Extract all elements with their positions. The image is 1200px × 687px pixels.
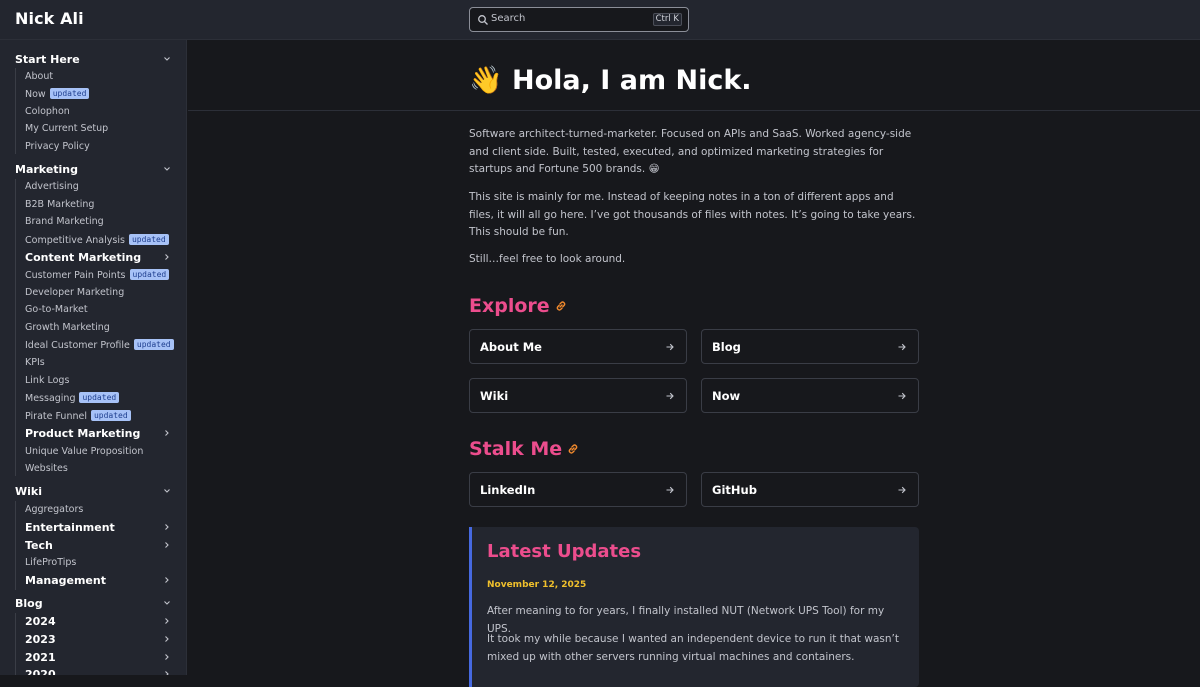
sidebar-group-2024[interactable]: 2024: [25, 615, 175, 628]
updated-badge: updated: [133, 339, 174, 350]
updated-badge: updated: [49, 88, 90, 99]
card-blog[interactable]: Blog: [701, 329, 919, 364]
sidebar-item-about[interactable]: About: [25, 71, 175, 82]
sidebar-item-developer-marketing[interactable]: Developer Marketing: [25, 287, 175, 298]
sidebar-group-2020[interactable]: 2020: [25, 668, 175, 675]
link-icon[interactable]: [566, 442, 580, 456]
sidebar-item-lifeprotips[interactable]: LifeProTips: [25, 557, 175, 568]
sidebar-tree-line: [15, 179, 16, 476]
chevron-down-icon: [164, 167, 170, 171]
arrow-right-icon: [898, 486, 906, 494]
sidebar-section-start-here[interactable]: Start Here: [15, 53, 175, 66]
sidebar-item-unique-value-proposition[interactable]: Unique Value Proposition: [25, 446, 175, 457]
page-title: 👋 Hola, I am Nick.: [469, 65, 752, 96]
stalk-me-heading: Stalk Me: [469, 438, 580, 460]
search-button[interactable]: Search Ctrl K: [469, 7, 689, 32]
site-title[interactable]: Nick Ali: [15, 9, 84, 28]
chevron-right-icon: [165, 618, 169, 624]
sidebar-tree-line: [15, 501, 16, 590]
chevron-down-icon: [164, 601, 170, 605]
sidebar-tree-line: [15, 68, 16, 154]
arrow-right-icon: [898, 392, 906, 400]
sidebar-item-aggregators[interactable]: Aggregators: [25, 504, 175, 515]
arrow-right-icon: [898, 343, 906, 351]
chevron-right-icon: [165, 542, 169, 548]
card-linkedin[interactable]: LinkedIn: [469, 472, 687, 507]
sidebar-group-tech[interactable]: Tech: [25, 539, 175, 552]
sidebar-section-marketing[interactable]: Marketing: [15, 163, 175, 176]
chevron-right-icon: [165, 577, 169, 583]
latest-updates-heading: Latest Updates: [487, 541, 642, 562]
sidebar-item-websites[interactable]: Websites: [25, 463, 175, 474]
intro-paragraph: Software architect-turned-marketer. Focu…: [469, 128, 912, 175]
search-icon: [478, 15, 488, 25]
sidebar-item-my-current-setup[interactable]: My Current Setup: [25, 123, 175, 134]
update-date: November 12, 2025: [487, 580, 587, 590]
sidebar-section-blog[interactable]: Blog: [15, 597, 175, 610]
chevron-down-icon: [164, 57, 170, 61]
chevron-right-icon: [165, 636, 169, 642]
latest-updates-callout: Latest Updates November 12, 2025 After m…: [469, 527, 919, 687]
sidebar-group-2023[interactable]: 2023: [25, 633, 175, 646]
update-paragraph: It took my while because I wanted an ind…: [487, 633, 899, 663]
sidebar-group-management[interactable]: Management: [25, 574, 175, 587]
chevron-right-icon: [165, 671, 169, 675]
sidebar-item-pirate-funnel[interactable]: Pirate Funnel updated: [25, 410, 175, 422]
arrow-right-icon: [666, 392, 674, 400]
updated-badge: updated: [129, 269, 170, 280]
chevron-right-icon: [165, 524, 169, 530]
sidebar-item-messaging[interactable]: Messaging updated: [25, 392, 175, 404]
sidebar-item-link-logs[interactable]: Link Logs: [25, 375, 175, 386]
sidebar-tree-line: [15, 613, 16, 675]
sidebar: Start Here About Now updated Colophon My …: [0, 40, 187, 675]
title-divider: [188, 110, 1200, 111]
arrow-right-icon: [666, 343, 674, 351]
sidebar-group-2021[interactable]: 2021: [25, 651, 175, 664]
sidebar-group-content-marketing[interactable]: Content Marketing: [25, 251, 175, 264]
sidebar-group-product-marketing[interactable]: Product Marketing: [25, 427, 175, 440]
explore-heading: Explore: [469, 295, 568, 317]
chevron-right-icon: [165, 254, 169, 260]
sidebar-group-entertainment[interactable]: Entertainment: [25, 521, 175, 534]
sidebar-section-wiki[interactable]: Wiki: [15, 485, 175, 498]
sidebar-item-brand-marketing[interactable]: Brand Marketing: [25, 216, 175, 227]
sidebar-item-competitive-analysis[interactable]: Competitive Analysis updated: [25, 234, 175, 246]
updated-badge: updated: [79, 392, 120, 403]
search-placeholder: Search: [491, 13, 526, 24]
card-wiki[interactable]: Wiki: [469, 378, 687, 413]
arrow-right-icon: [666, 486, 674, 494]
chevron-down-icon: [164, 489, 170, 493]
intro-paragraph: This site is mainly for me. Instead of k…: [469, 191, 916, 238]
card-github[interactable]: GitHub: [701, 472, 919, 507]
sidebar-item-now[interactable]: Now updated: [25, 88, 175, 100]
link-icon[interactable]: [554, 299, 568, 313]
sidebar-item-colophon[interactable]: Colophon: [25, 106, 175, 117]
sidebar-item-advertising[interactable]: Advertising: [25, 181, 175, 192]
updated-badge: updated: [128, 234, 169, 245]
sidebar-item-privacy-policy[interactable]: Privacy Policy: [25, 141, 175, 152]
updated-badge: updated: [90, 410, 131, 421]
sidebar-item-growth-marketing[interactable]: Growth Marketing: [25, 322, 175, 333]
site-header: Nick Ali Search Ctrl K: [0, 0, 1200, 40]
chevron-right-icon: [165, 430, 169, 436]
chevron-right-icon: [165, 654, 169, 660]
sidebar-item-go-to-market[interactable]: Go-to-Market: [25, 304, 175, 315]
sidebar-item-ideal-customer-profile[interactable]: Ideal Customer Profile updated: [25, 339, 175, 351]
sidebar-item-b2b-marketing[interactable]: B2B Marketing: [25, 199, 175, 210]
intro-paragraph: Still…feel free to look around.: [469, 253, 626, 265]
card-now[interactable]: Now: [701, 378, 919, 413]
search-shortcut: Ctrl K: [652, 13, 682, 26]
card-about-me[interactable]: About Me: [469, 329, 687, 364]
sidebar-item-kpis[interactable]: KPIs: [25, 357, 175, 368]
sidebar-item-customer-pain-points[interactable]: Customer Pain Points updated: [25, 269, 175, 281]
main-content: 👋 Hola, I am Nick. Software architect-tu…: [188, 40, 1200, 687]
